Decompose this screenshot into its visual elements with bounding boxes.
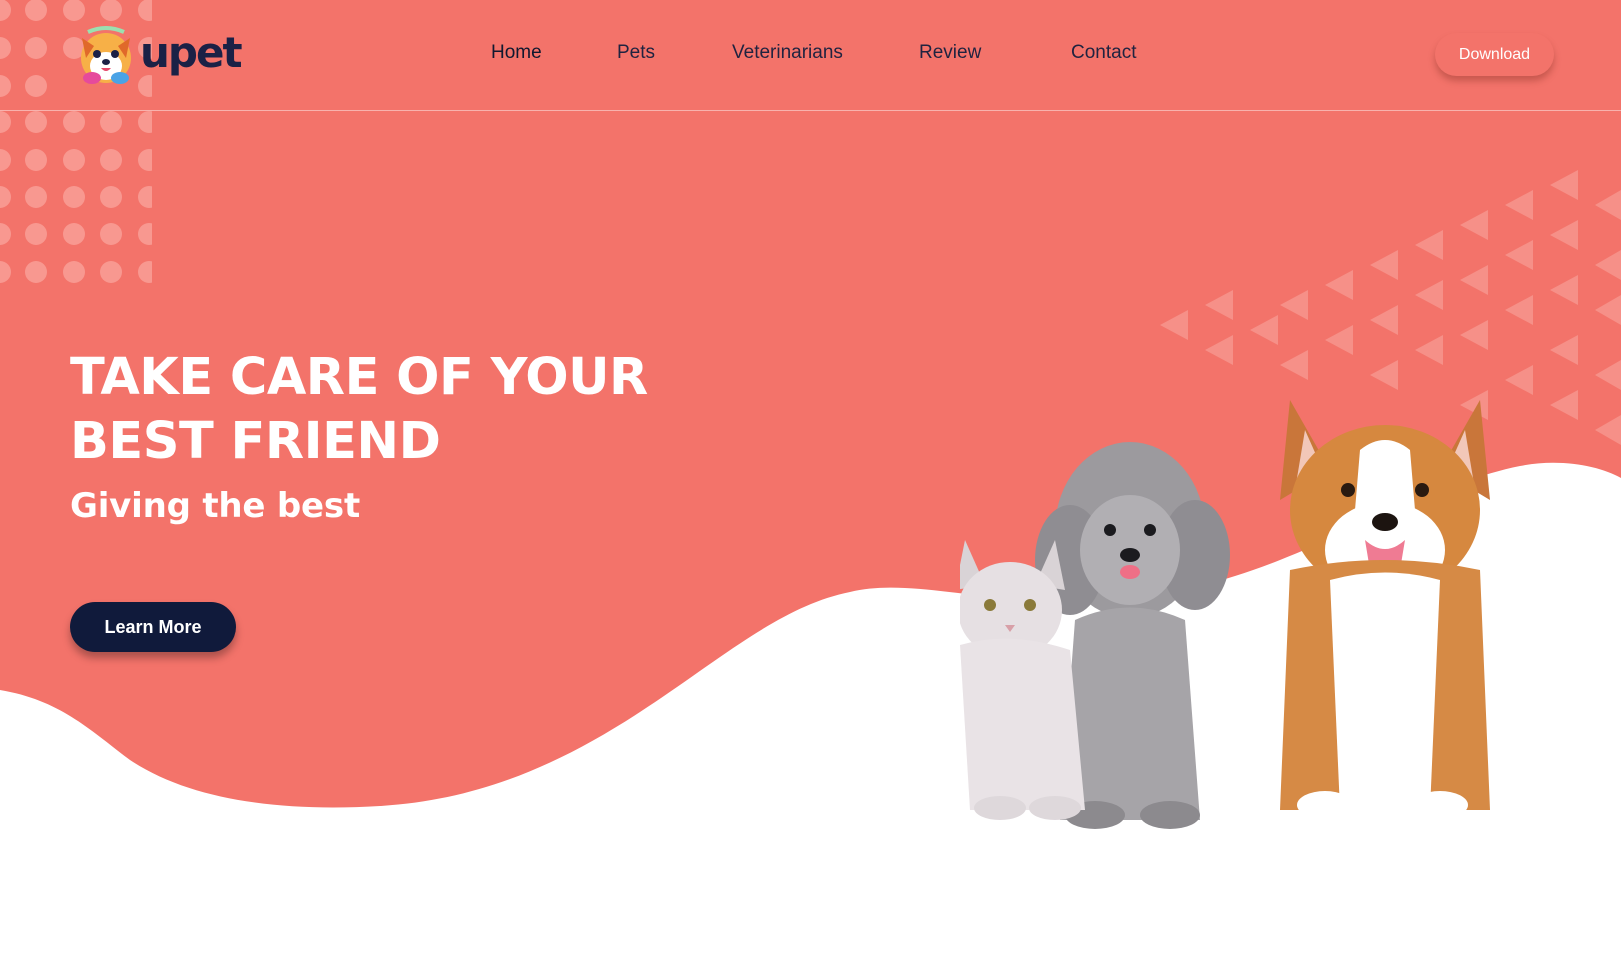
nav-item-pets[interactable]: Pets — [617, 42, 655, 64]
site-header: upet Home Pets Veterinarians Review Cont… — [0, 0, 1621, 111]
hero-headline: TAKE CARE OF YOUR BEST FRIEND — [70, 346, 710, 474]
nav-item-veterinarians[interactable]: Veterinarians — [732, 42, 843, 64]
brand-name: upet — [140, 27, 243, 77]
headline-line-2: BEST FRIEND — [70, 412, 441, 471]
brand-logo[interactable]: upet — [74, 24, 243, 86]
cat-poodle-corgi-photo — [960, 400, 1490, 829]
learn-more-button[interactable]: Learn More — [70, 602, 236, 652]
hero-subheadline: Giving the best — [70, 486, 361, 526]
headline-line-1: TAKE CARE OF YOUR — [70, 348, 648, 407]
download-button[interactable]: Download — [1435, 33, 1554, 76]
corgi-figure — [1280, 400, 1490, 819]
corgi-mascot-icon — [81, 26, 131, 84]
nav-item-review[interactable]: Review — [919, 42, 981, 64]
nav-item-home[interactable]: Home — [491, 42, 542, 64]
nav-item-contact[interactable]: Contact — [1071, 42, 1136, 64]
hero-section: upet Home Pets Veterinarians Review Cont… — [0, 0, 1621, 961]
